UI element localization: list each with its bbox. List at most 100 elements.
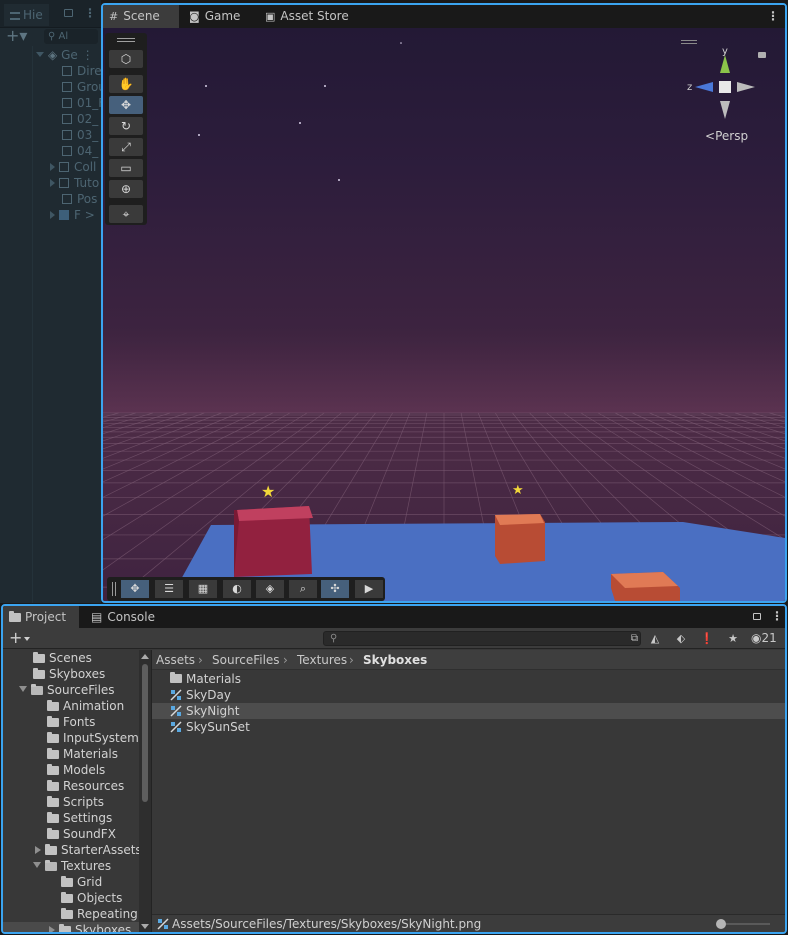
list-item[interactable]: Materials xyxy=(152,671,785,687)
hierarchy-item[interactable]: 01_F xyxy=(62,95,101,111)
gizmos-button[interactable]: ✣ xyxy=(321,580,349,598)
list-item-selected[interactable]: SkyNight xyxy=(152,703,785,719)
favorites-button[interactable]: ★ xyxy=(723,631,743,646)
lock-icon[interactable] xyxy=(64,9,73,17)
scroll-up-icon[interactable] xyxy=(141,654,149,659)
orientation-gizmo[interactable]: y z xyxy=(685,46,765,126)
hierarchy-item[interactable]: F > xyxy=(50,207,95,223)
tree-item[interactable]: Resources xyxy=(47,778,124,794)
hierarchy-item[interactable]: 04_ xyxy=(62,143,98,159)
expand-arrow-icon[interactable] xyxy=(36,52,44,57)
tree-item-selected[interactable]: Skyboxes xyxy=(3,922,139,932)
settings-button[interactable]: ☰ xyxy=(155,580,183,598)
hierarchy-item[interactable]: Coll xyxy=(50,159,96,175)
filter-by-type-button[interactable]: ◭ xyxy=(645,631,665,646)
chevron-down-icon[interactable] xyxy=(24,637,30,641)
tab-console[interactable]: ▤ Console xyxy=(85,606,165,628)
neg-x-axis-cone[interactable] xyxy=(737,82,755,92)
projection-toggle[interactable]: <Persp xyxy=(705,129,748,143)
tree-item[interactable]: InputSystem xyxy=(47,730,139,746)
breadcrumb-item[interactable]: Textures xyxy=(297,650,347,670)
rotate-tool-button[interactable]: ↻ xyxy=(109,117,143,135)
tree-item[interactable]: Settings xyxy=(47,810,112,826)
tab-game[interactable]: ◙ Game xyxy=(183,5,255,28)
kebab-menu-icon[interactable]: ⋮ xyxy=(771,610,783,622)
hierarchy-item[interactable]: Tuto xyxy=(50,175,99,191)
tab-project[interactable]: Project xyxy=(3,606,79,628)
expand-arrow-icon[interactable] xyxy=(50,179,55,187)
tree-item[interactable]: Scripts xyxy=(47,794,104,810)
camera-button[interactable]: ▶ xyxy=(355,580,383,598)
tree-item[interactable]: Objects xyxy=(61,890,122,906)
move-tool-button[interactable]: ✥ xyxy=(109,96,143,114)
star-gizmo-icon[interactable]: ★ xyxy=(261,482,275,501)
list-item[interactable]: SkySunSet xyxy=(152,719,785,735)
tree-item[interactable]: Repeating xyxy=(61,906,138,922)
hidden-packages-toggle[interactable]: ◉21 xyxy=(751,631,777,646)
drag-handle[interactable] xyxy=(112,582,116,596)
tree-item[interactable]: Animation xyxy=(47,698,124,714)
neg-y-axis-cone[interactable] xyxy=(720,101,730,119)
drag-handle[interactable] xyxy=(117,38,135,42)
transform-tool-button[interactable]: ⊕ xyxy=(109,180,143,198)
expand-arrow-icon[interactable] xyxy=(50,163,55,171)
add-icon[interactable]: +▾ xyxy=(6,28,27,44)
grid-snap-button[interactable]: ▦ xyxy=(189,580,217,598)
tree-item[interactable]: Scenes xyxy=(33,650,92,666)
hierarchy-item[interactable]: Dire xyxy=(62,63,101,79)
scrollbar-thumb[interactable] xyxy=(142,664,148,802)
list-item[interactable]: SkyDay xyxy=(152,687,785,703)
hierarchy-item[interactable]: ◈ Ge ⋮ xyxy=(36,47,94,63)
overlay-handle[interactable] xyxy=(681,40,697,44)
hierarchy-item[interactable]: Grou xyxy=(62,79,101,95)
scroll-down-icon[interactable] xyxy=(141,924,149,929)
breadcrumb-item[interactable]: Assets xyxy=(156,650,195,670)
expand-arrow-icon[interactable] xyxy=(49,926,55,932)
lock-icon[interactable] xyxy=(753,613,761,620)
hierarchy-item[interactable]: 03_ xyxy=(62,127,98,143)
tree-scrollbar[interactable] xyxy=(139,650,151,932)
kebab-menu-icon[interactable]: ⋮ xyxy=(82,48,94,62)
collapse-arrow-icon[interactable] xyxy=(19,686,27,692)
gizmo-lock-icon[interactable] xyxy=(758,52,766,58)
hierarchy-item[interactable]: 02_ xyxy=(62,111,98,127)
gizmo-center[interactable] xyxy=(719,81,731,93)
hand-tool-button[interactable]: ✋ xyxy=(109,75,143,93)
star-gizmo-icon[interactable]: ★ xyxy=(512,483,524,498)
tree-item[interactable]: Skyboxes xyxy=(33,666,105,682)
expand-arrow-icon[interactable] xyxy=(35,846,41,854)
collapse-arrow-icon[interactable] xyxy=(33,862,41,868)
breadcrumb-item[interactable]: SourceFiles xyxy=(212,650,280,670)
y-axis-cone[interactable] xyxy=(720,55,730,73)
kebab-menu-icon[interactable]: ⋮ xyxy=(84,7,96,19)
scale-tool-button[interactable]: ⤢ xyxy=(109,138,143,156)
expand-arrow-icon[interactable] xyxy=(50,211,55,219)
tree-item[interactable]: SourceFiles xyxy=(19,682,115,698)
tab-asset-store[interactable]: ▣ Asset Store xyxy=(259,5,359,28)
icon-size-slider-thumb[interactable] xyxy=(716,919,726,929)
create-button[interactable]: + xyxy=(9,629,22,647)
hierarchy-item[interactable]: Pos xyxy=(62,191,97,207)
scene-viewport[interactable]: ★ ★ ⬡ ✋ ✥ ↻ ⤢ ▭ ⊕ ⌖ y z <Persp ✥ ☰ ▦ ◐ ◈… xyxy=(103,28,785,601)
kebab-menu-icon[interactable]: ⋮ xyxy=(767,9,779,23)
shading-button[interactable]: ◐ xyxy=(223,580,251,598)
custom-tool-button[interactable]: ⌖ xyxy=(109,205,143,223)
search-scene-button[interactable]: ⌕ xyxy=(289,580,317,598)
tree-item[interactable]: Textures xyxy=(33,858,111,874)
project-search-input[interactable]: ⚲ ⧉ xyxy=(323,631,641,646)
tree-item[interactable]: Grid xyxy=(61,874,102,890)
tree-item[interactable]: Fonts xyxy=(47,714,95,730)
filter-by-label-button[interactable]: ⬖ xyxy=(671,631,691,646)
tree-item[interactable]: Models xyxy=(47,762,105,778)
z-axis-cone[interactable] xyxy=(695,82,713,92)
breadcrumb-current[interactable]: Skyboxes xyxy=(363,650,427,670)
tree-item[interactable]: StarterAssets xyxy=(35,842,142,858)
tree-item[interactable]: SoundFX xyxy=(47,826,116,842)
tab-scene[interactable]: # Scene xyxy=(103,5,179,28)
view-cube-tool-button[interactable]: ⬡ xyxy=(109,50,143,68)
pivot-button[interactable]: ✥ xyxy=(121,580,149,598)
rect-tool-button[interactable]: ▭ xyxy=(109,159,143,177)
hierarchy-search-input[interactable]: ⚲ Al xyxy=(44,29,98,44)
search-scope-icon[interactable]: ⧉ xyxy=(631,632,638,645)
tab-hierarchy[interactable]: Hie xyxy=(4,4,49,26)
